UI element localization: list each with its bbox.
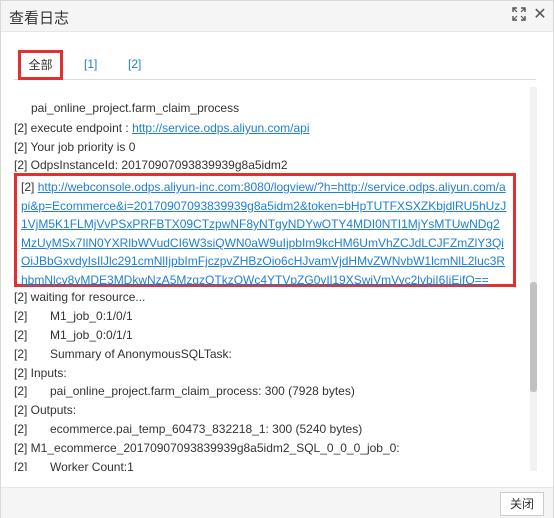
log-line: [2] M1_job_0:1/0/1 <box>14 307 133 325</box>
log-line: [2] M1_job_0:0/1/1 <box>14 326 133 344</box>
logview-link[interactable]: http://webconsole.odps.aliyun-inc.com:80… <box>21 180 506 287</box>
tab-all[interactable]: 全部 <box>18 50 63 80</box>
expand-arrows-svg <box>512 7 526 21</box>
log-text: Summary of AnonymousSQLTask: <box>50 347 232 361</box>
log-line: [2] pai_online_project.farm_claim_process… <box>14 382 355 400</box>
log-content[interactable]: pai_online_project.farm_claim_process [2… <box>14 87 529 471</box>
log-text: M1_job_0:0/1/1 <box>50 328 133 342</box>
log-prefix: [2] <box>14 422 28 436</box>
log-line: [2] Worker Count:1 <box>14 458 134 471</box>
log-line: [2] Your job priority is 0 <box>14 138 135 156</box>
log-line: [2] ecommerce.pai_temp_60473_832218_1: 30… <box>14 420 362 438</box>
scrollbar-thumb[interactable] <box>530 282 537 392</box>
log-line: [2] OdpsInstanceId: 20170907093839939g8a… <box>14 156 288 174</box>
log-dialog: 查看日志 ✕ 全部 [1] [2] pai_online_project.far… <box>0 0 554 518</box>
log-text: ecommerce.pai_temp_60473_832218_1: 300 (… <box>50 422 363 436</box>
log-text: [2] Your job priority is 0 <box>14 140 136 154</box>
log-text: pai_online_project.farm_claim_process: 3… <box>50 384 355 398</box>
log-prefix: [2] <box>14 460 28 471</box>
tab-1[interactable]: [1] <box>84 51 97 78</box>
log-text: M1_job_0:1/0/1 <box>50 309 133 323</box>
log-prefix: [2] <box>21 180 38 194</box>
close-button[interactable]: 关闭 <box>500 492 544 516</box>
log-text: [2] waiting for resource... <box>14 290 146 304</box>
log-tabs: 全部 [1] [2] <box>14 50 536 80</box>
log-line: [2] M1_ecommerce_20170907093839939g8a5id… <box>14 439 400 457</box>
endpoint-link[interactable]: http://service.odps.aliyun.com/api <box>132 121 309 135</box>
log-prefix: [2] <box>14 347 28 361</box>
expand-icon[interactable] <box>511 7 527 23</box>
dialog-title: 查看日志 <box>9 10 70 27</box>
log-text: [2] Outputs: <box>14 403 77 417</box>
log-line: [2] waiting for resource... <box>14 288 145 306</box>
log-text: [2] Inputs: <box>14 366 67 380</box>
dialog-header: 查看日志 ✕ <box>1 1 553 32</box>
log-scrollbar[interactable] <box>530 87 537 471</box>
logview-highlight-box: [2] http://webconsole.odps.aliyun-inc.co… <box>14 173 516 287</box>
log-line: pai_online_project.farm_claim_process <box>31 99 239 117</box>
log-line: [2] Summary of AnonymousSQLTask: <box>14 345 232 363</box>
log-line: [2] Inputs: <box>14 364 67 382</box>
log-prefix: [2] <box>14 309 28 323</box>
log-line: [2] execute endpoint : http://service.od… <box>14 119 310 137</box>
log-text: Worker Count:1 <box>50 460 134 471</box>
dialog-footer: 关闭 <box>1 487 553 518</box>
tab-2[interactable]: [2] <box>128 51 141 78</box>
log-prefix: [2] <box>14 384 28 398</box>
log-text: [2] M1_ecommerce_20170907093839939g8a5id… <box>14 441 400 455</box>
log-prefix: [2] <box>14 328 28 342</box>
log-line: [2] Outputs: <box>14 401 76 419</box>
log-prefix: [2] execute endpoint : <box>14 121 133 135</box>
close-icon[interactable]: ✕ <box>532 7 548 23</box>
log-text: [2] OdpsInstanceId: 20170907093839939g8a… <box>14 158 288 172</box>
log-text: pai_online_project.farm_claim_process <box>31 101 240 115</box>
